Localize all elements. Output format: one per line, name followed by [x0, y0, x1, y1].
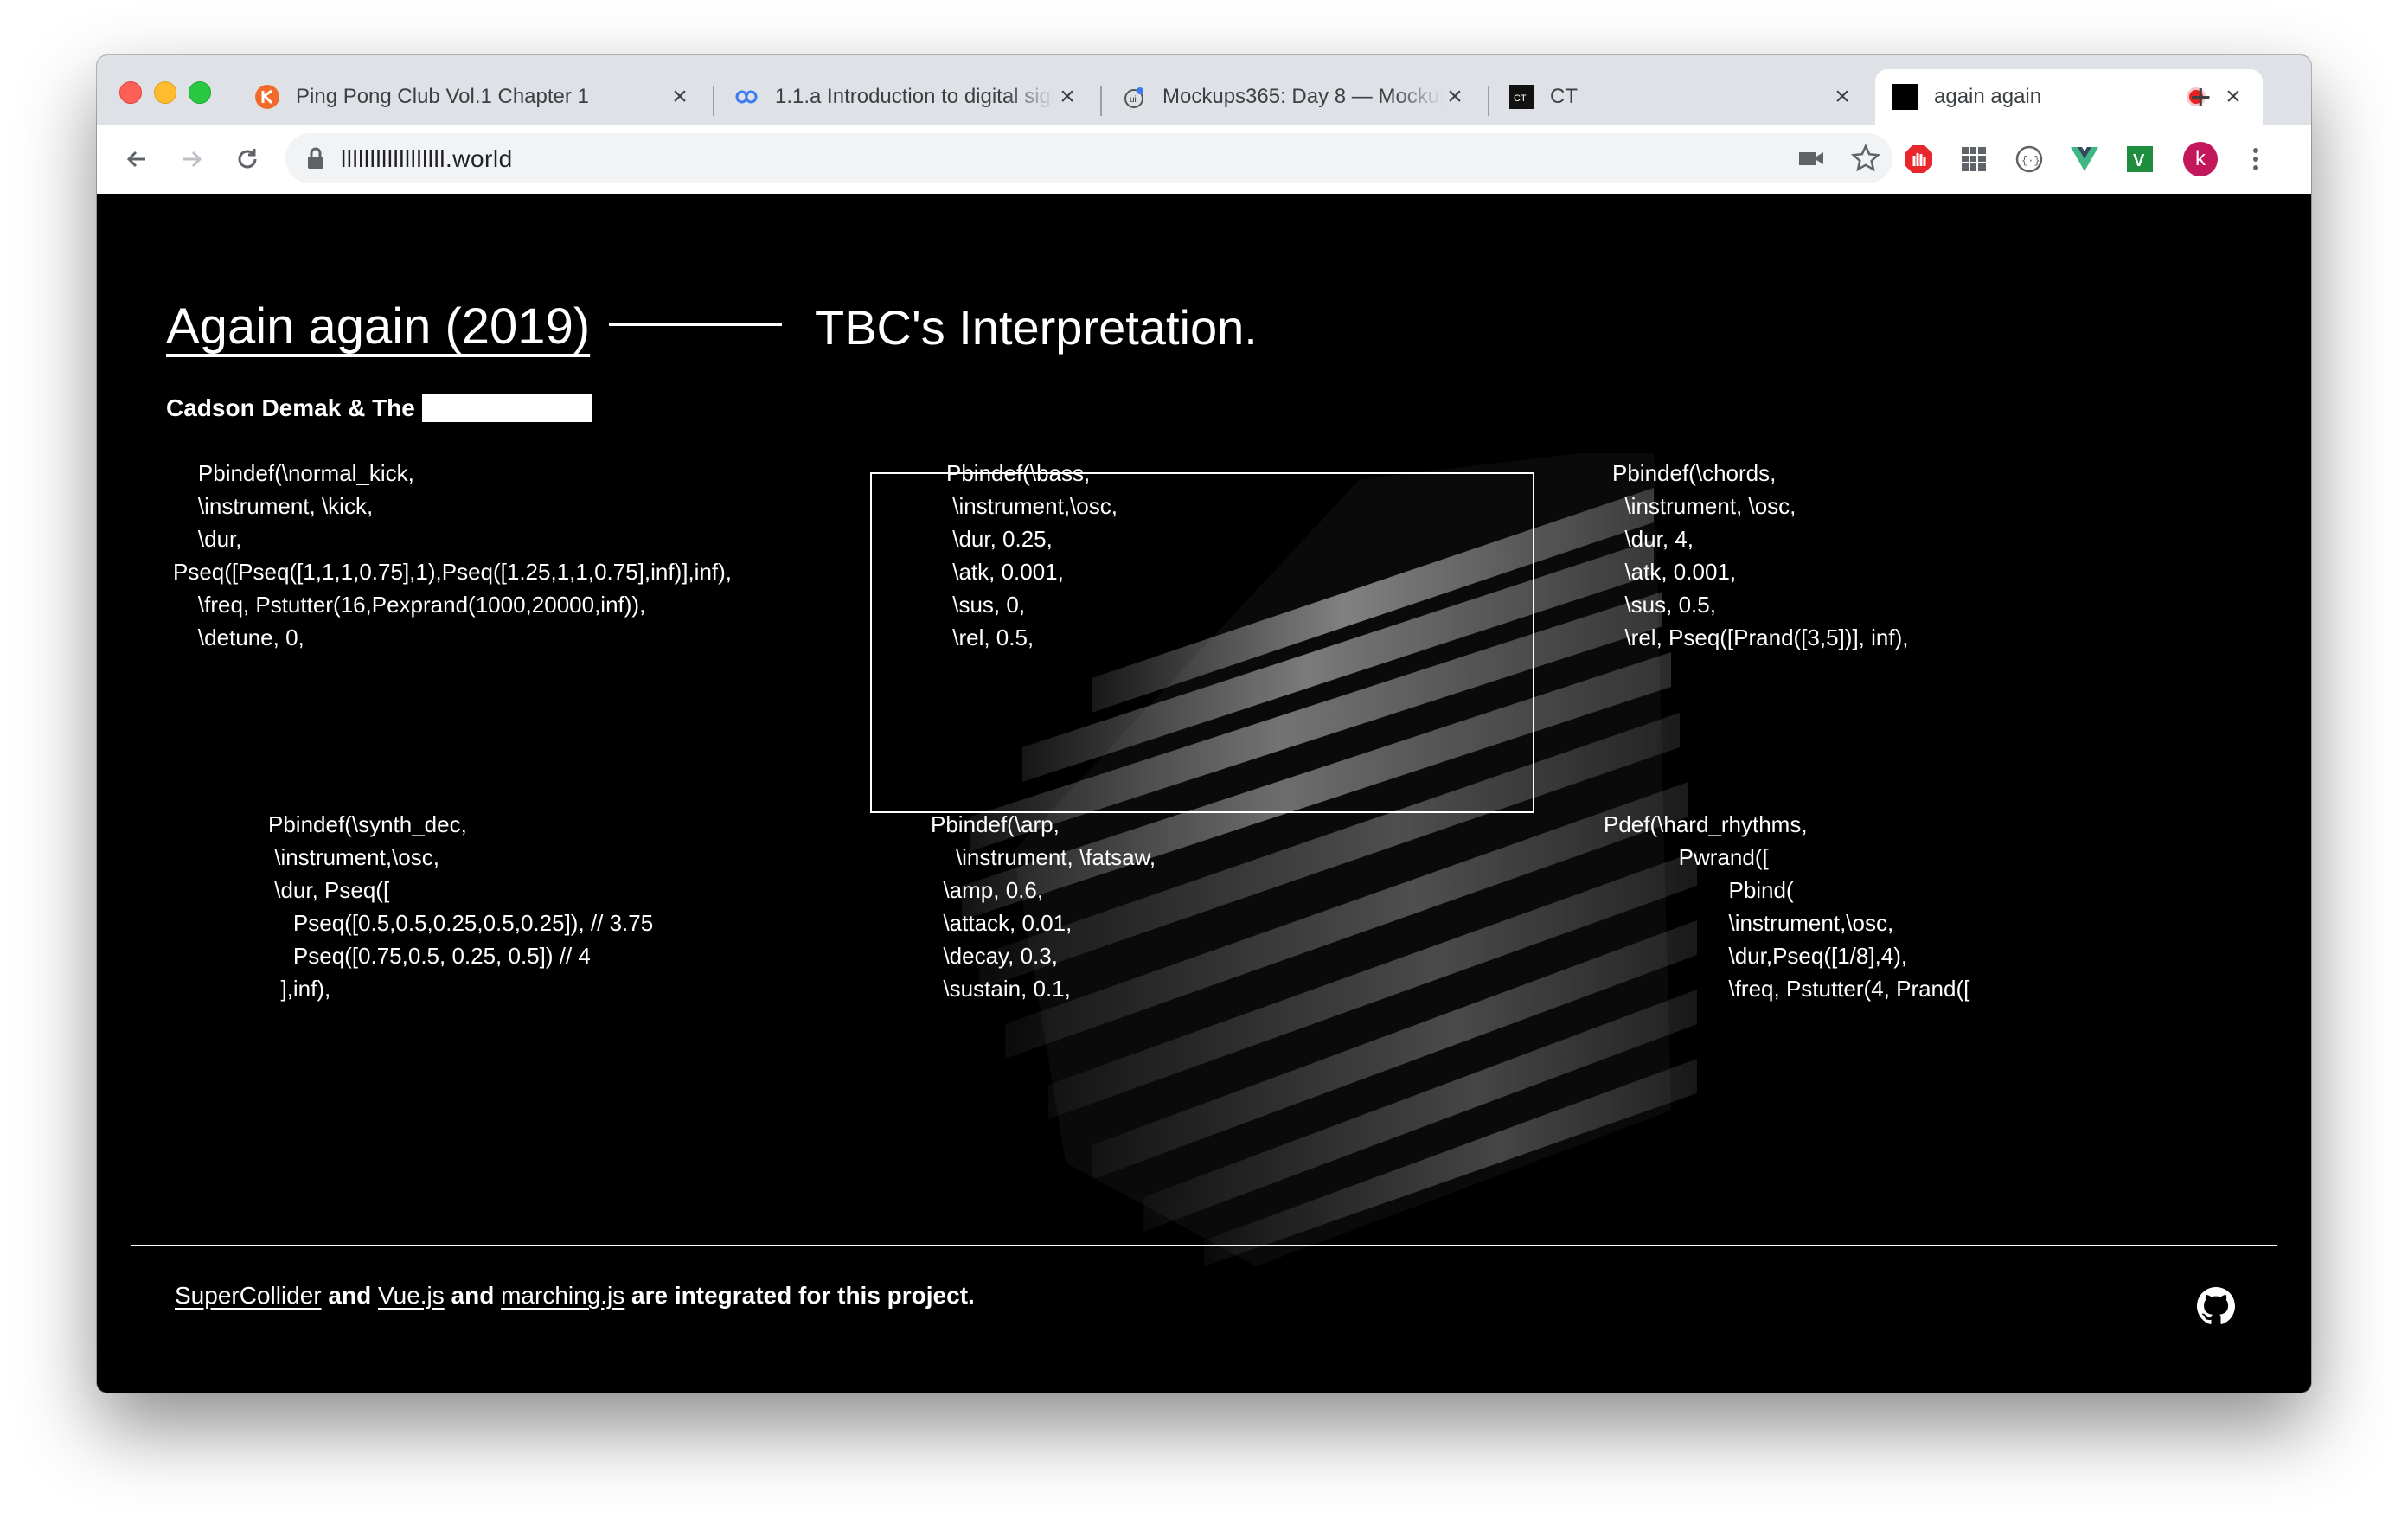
orange-circle-icon: [254, 84, 280, 110]
new-tab-button[interactable]: +: [2190, 78, 2212, 116]
redacted-name-block: [421, 394, 592, 422]
tab-intro-digital-signal[interactable]: 1.1.a Introduction to digital signal ×: [716, 69, 1097, 125]
v-extension-icon[interactable]: V: [2123, 142, 2157, 176]
code-block-chords: Pbindef(\chords, \instrument, \osc, \dur…: [1612, 460, 1909, 650]
infinity-link-icon: [733, 84, 759, 110]
footer-tail: are integrated for this project.: [624, 1282, 975, 1309]
close-tab-icon[interactable]: ×: [668, 82, 692, 112]
authors-line: Cadson Demak & The: [166, 394, 592, 422]
tab-title: 1.1.a Introduction to digital signal: [775, 85, 1055, 108]
code-block-kick: Pbindef(\normal_kick, \instrument, \kick…: [173, 460, 733, 650]
bookmark-star-icon[interactable]: [1851, 144, 1880, 173]
authors-text: Cadson Demak & The: [166, 394, 415, 421]
tab-separator: [1100, 86, 1102, 116]
ct-square-icon: CT: [1508, 84, 1534, 110]
footer-and: and: [321, 1282, 378, 1309]
black-square-icon: [1892, 84, 1918, 110]
tab-strip: Ping Pong Club Vol.1 Chapter 1 × 1.1.a I…: [97, 55, 2311, 125]
supercollider-link[interactable]: SuperCollider: [175, 1282, 322, 1309]
arrow-left-icon: [126, 151, 145, 168]
svg-text:CT: CT: [1514, 93, 1527, 104]
menu-button[interactable]: [2238, 142, 2273, 176]
svg-text:V: V: [2133, 151, 2145, 170]
code-block-synth: Pbindef(\synth_dec, \instrument,\osc, \d…: [268, 811, 654, 1002]
zoom-window-button[interactable]: [189, 81, 211, 104]
reload-icon: [238, 149, 257, 169]
code-block-arp: Pbindef(\arp, \instrument, \fatsaw, \amp…: [931, 811, 1156, 1002]
tab-title: Mockups365: Day 8 — Mockup: [1162, 85, 1443, 108]
lock-icon: [308, 147, 323, 169]
browser-toolbar: llllllllllllllllll.world {·} V k: [97, 125, 2311, 195]
tab-ct[interactable]: CT CT ×: [1491, 69, 1872, 125]
ui-logo-icon: ui: [1121, 84, 1147, 110]
close-tab-icon[interactable]: ×: [1830, 82, 1854, 112]
url-text: llllllllllllllllll.world: [341, 145, 513, 172]
tab-separator: [1488, 86, 1489, 116]
svg-text:ui: ui: [1130, 95, 1137, 105]
close-tab-icon[interactable]: ×: [1443, 82, 1467, 112]
marchingjs-link[interactable]: marching.js: [501, 1282, 624, 1309]
svg-text:{·}: {·}: [2021, 155, 2040, 167]
browser-window: Ping Pong Club Vol.1 Chapter 1 × 1.1.a I…: [97, 55, 2311, 1393]
page-content: Again again (2019) TBC's Interpretation.…: [97, 194, 2311, 1393]
tab-separator: [713, 86, 714, 116]
minimize-window-button[interactable]: [154, 81, 176, 104]
page-subtitle: TBC's Interpretation.: [815, 300, 1258, 355]
title-divider: [609, 323, 782, 326]
tab-ping-pong-club[interactable]: Ping Pong Club Vol.1 Chapter 1 ×: [237, 69, 709, 125]
camera-icon[interactable]: [1797, 147, 1825, 170]
tab-title: Ping Pong Club Vol.1 Chapter 1: [296, 85, 589, 108]
reload-button[interactable]: [230, 142, 265, 176]
arrow-right-icon: [183, 151, 202, 168]
kebab-menu-icon: [2253, 148, 2258, 170]
close-window-button[interactable]: [119, 81, 142, 104]
tab-mockups365[interactable]: ui Mockups365: Day 8 — Mockup ×: [1104, 69, 1484, 125]
tab-title: again again: [1934, 85, 2042, 108]
forward-button[interactable]: [175, 142, 209, 176]
footer-credits: SuperCollider and Vue.js and marching.js…: [175, 1282, 975, 1310]
close-tab-icon[interactable]: ×: [1055, 82, 1079, 112]
back-button[interactable]: [119, 142, 154, 176]
github-icon[interactable]: [2197, 1287, 2235, 1325]
code-block-rhythms: Pdef(\hard_rhythms, Pwrand([ Pbind( \ins…: [1604, 811, 1970, 1002]
address-bar[interactable]: llllllllllllllllll.world: [285, 133, 1892, 183]
adblock-extension-icon[interactable]: [1901, 142, 1936, 176]
code-extension-icon[interactable]: {·}: [2012, 142, 2046, 176]
close-tab-icon[interactable]: ×: [2221, 82, 2245, 112]
grid-extension-icon[interactable]: [1956, 142, 1991, 176]
vuejs-link[interactable]: Vue.js: [378, 1282, 445, 1309]
page-title-link[interactable]: Again again (2019): [166, 298, 590, 356]
tab-title: CT: [1550, 85, 1578, 108]
footer-divider: [131, 1245, 2277, 1246]
selected-block-outline: [870, 472, 1534, 813]
profile-avatar[interactable]: k: [2183, 142, 2218, 176]
footer-and: and: [444, 1282, 502, 1309]
avatar: k: [2183, 142, 2218, 176]
vue-devtools-icon[interactable]: [2067, 142, 2102, 176]
